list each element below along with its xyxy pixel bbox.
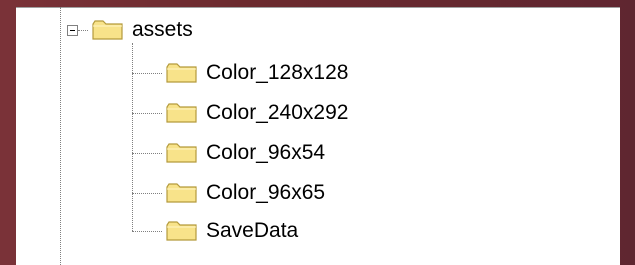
- tree-node-color-96x65[interactable]: Color_96x65: [166, 180, 325, 206]
- folder-tree-panel: assets Color_128x128 Color_240x292 Color…: [16, 7, 620, 265]
- tree-connector-line: [132, 43, 133, 231]
- folder-icon: [166, 183, 197, 203]
- collapse-assets-button[interactable]: [67, 25, 78, 36]
- tree-node-label: Color_96x65: [206, 181, 326, 204]
- folder-icon: [92, 20, 123, 40]
- tree-connector-line: [132, 231, 162, 232]
- tree-node-color-240x292[interactable]: Color_240x292: [166, 100, 348, 126]
- tree-node-savedata[interactable]: SaveData: [166, 218, 298, 244]
- tree-node-label: Color_96x54: [206, 141, 326, 164]
- tree-node-label: assets: [132, 18, 193, 41]
- folder-icon: [166, 103, 197, 123]
- tree-node-assets[interactable]: assets: [92, 17, 193, 43]
- tree-connector-line: [132, 113, 162, 114]
- tree-connector-line: [132, 153, 162, 154]
- tree-connector-line: [60, 7, 61, 265]
- tree-connector-line: [132, 73, 162, 74]
- folder-icon: [166, 221, 197, 241]
- folder-icon: [166, 63, 197, 83]
- tree-node-color-96x54[interactable]: Color_96x54: [166, 140, 325, 166]
- tree-node-label: Color_240x292: [206, 101, 349, 124]
- tree-connector-line: [78, 30, 88, 31]
- tree-node-color-128x128[interactable]: Color_128x128: [166, 60, 348, 86]
- tree-node-label: SaveData: [206, 219, 299, 242]
- folder-icon: [166, 143, 197, 163]
- tree-node-label: Color_128x128: [206, 61, 349, 84]
- tree-connector-line: [132, 193, 162, 194]
